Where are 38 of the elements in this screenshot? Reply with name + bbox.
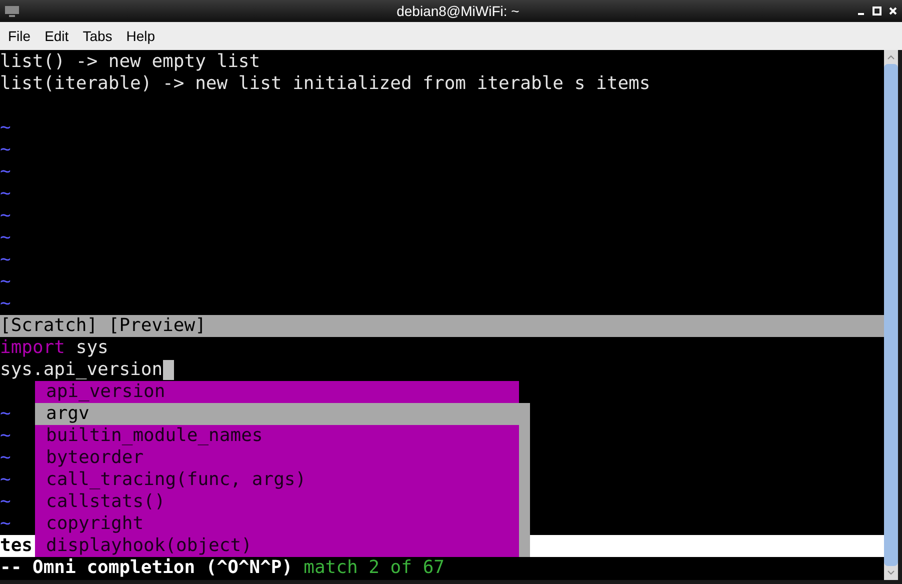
empty-line-marker: ~ bbox=[0, 183, 11, 204]
empty-line-marker: ~ bbox=[0, 491, 11, 512]
empty-line-marker: ~ bbox=[0, 469, 11, 490]
menu-item[interactable]: Tabs bbox=[82, 26, 112, 46]
preview-text: list(iterable) -> new list initialized from iterable s items bbox=[0, 73, 650, 94]
menu-item[interactable]: Help bbox=[126, 26, 156, 46]
empty-line-marker: ~ bbox=[0, 161, 11, 182]
match-counter: match 2 of 67 bbox=[304, 557, 444, 579]
empty-line-marker: ~ bbox=[0, 403, 11, 424]
maximize-icon[interactable] bbox=[872, 6, 882, 16]
completion-item[interactable]: displayhook(object) bbox=[35, 535, 519, 557]
code-line: sys.api_version bbox=[0, 359, 163, 381]
completion-item[interactable]: copyright bbox=[35, 513, 519, 535]
empty-line-marker: ~ bbox=[0, 227, 11, 248]
window-title: debian8@MiWiFi: ~ bbox=[396, 2, 520, 20]
empty-line-marker: ~ bbox=[0, 293, 11, 314]
empty-line-marker: ~ bbox=[0, 447, 11, 468]
completion-item[interactable]: call_tracing(func, args) bbox=[35, 469, 519, 491]
close-icon[interactable] bbox=[888, 6, 898, 16]
window-status-bar: tes bbox=[0, 535, 35, 557]
code-line: import sys bbox=[0, 337, 108, 359]
completion-item[interactable]: builtin_module_names bbox=[35, 425, 519, 447]
empty-line-marker: ~ bbox=[0, 271, 11, 292]
menu-item[interactable]: Edit bbox=[44, 26, 69, 46]
completion-item[interactable]: api_version bbox=[35, 381, 519, 403]
completion-item[interactable]: byteorder bbox=[35, 447, 519, 469]
empty-line-marker: ~ bbox=[0, 249, 11, 270]
empty-line-marker: ~ bbox=[0, 513, 11, 534]
empty-line-marker: ~ bbox=[0, 139, 11, 160]
menu-item[interactable]: File bbox=[8, 26, 31, 46]
preview-text: list() -> new empty list bbox=[0, 51, 260, 72]
completion-item[interactable]: callstats() bbox=[35, 491, 519, 513]
mode-indicator: -- Omni completion (^O^N^P) bbox=[0, 557, 293, 579]
empty-line-marker: ~ bbox=[0, 205, 11, 226]
empty-line-marker: ~ bbox=[0, 117, 11, 138]
window-status-bar: [Scratch] [Preview] bbox=[0, 315, 884, 337]
empty-line-marker: ~ bbox=[0, 425, 11, 446]
terminal-icon bbox=[4, 5, 20, 17]
